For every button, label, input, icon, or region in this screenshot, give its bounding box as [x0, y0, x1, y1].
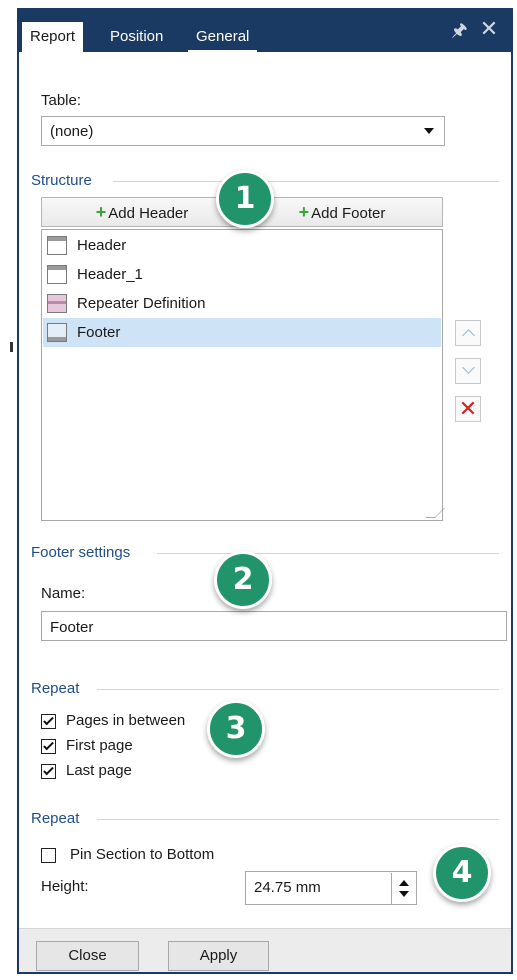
list-item-selected[interactable]: Footer	[43, 318, 441, 347]
height-input-value: 24.75 mm	[254, 879, 321, 896]
panel-titlebar: Report Position General 🖈 ✕	[19, 10, 511, 52]
pin-to-bottom-checkbox[interactable]	[41, 848, 56, 863]
add-header-button[interactable]: + Add Header	[42, 198, 242, 226]
list-item[interactable]: Header_1	[43, 260, 441, 289]
pin-to-bottom-label[interactable]: Pin Section to Bottom	[70, 846, 214, 863]
name-label: Name:	[41, 585, 86, 602]
list-item-label: Header_1	[77, 266, 143, 283]
structure-heading: Structure	[31, 172, 92, 189]
repeat-divider-2	[97, 819, 499, 820]
apply-button[interactable]: Apply	[168, 941, 269, 971]
resize-grip-icon[interactable]	[425, 508, 445, 518]
repeat-divider	[97, 689, 499, 690]
callout-badge-1: 1	[216, 170, 274, 228]
checkmark-icon	[43, 714, 54, 726]
callout-badge-2: 2	[214, 551, 272, 609]
header-section-icon	[47, 236, 67, 255]
table-label: Table:	[41, 92, 82, 109]
close-icon[interactable]: ✕	[479, 18, 499, 40]
stepper-up-icon[interactable]	[399, 880, 409, 886]
move-up-icon	[462, 329, 475, 342]
list-item-label: Repeater Definition	[77, 295, 206, 312]
last-page-label[interactable]: Last page	[66, 762, 132, 779]
plus-icon: +	[95, 202, 107, 222]
delete-icon: ✕	[458, 396, 478, 421]
list-item-label: Footer	[77, 324, 121, 341]
move-down-icon	[462, 361, 475, 374]
delete-button[interactable]: ✕	[455, 396, 481, 422]
move-up-button[interactable]	[455, 320, 481, 346]
properties-panel: Report Position General 🖈 ✕ Table: (none…	[17, 8, 513, 974]
first-page-label[interactable]: First page	[66, 737, 133, 754]
panel-footer: Close Apply	[19, 928, 511, 972]
pages-in-between-label[interactable]: Pages in between	[66, 712, 185, 729]
list-item[interactable]: Repeater Definition	[43, 289, 441, 318]
repeater-section-icon	[47, 294, 67, 313]
footer-settings-divider	[157, 553, 499, 554]
tab-general[interactable]: General	[188, 22, 258, 52]
chevron-down-icon	[424, 128, 434, 134]
move-down-button[interactable]	[455, 358, 481, 384]
pages-in-between-checkbox[interactable]	[41, 714, 56, 729]
table-selected-value: (none)	[50, 123, 94, 140]
list-item-label: Header	[77, 237, 127, 254]
header-section-icon	[47, 265, 67, 284]
callout-badge-3: 3	[207, 700, 265, 758]
stepper-down-icon[interactable]	[399, 891, 409, 897]
tab-report[interactable]: Report	[22, 22, 84, 52]
pin-icon[interactable]: 🖈	[451, 20, 468, 40]
plus-icon: +	[298, 202, 310, 222]
list-item[interactable]: Header	[43, 231, 441, 260]
add-footer-label: Add Footer	[311, 205, 386, 222]
callout-badge-4: 4	[433, 844, 491, 902]
name-input[interactable]: Footer	[41, 611, 507, 641]
tab-position[interactable]: Position	[102, 22, 171, 52]
add-header-label: Add Header	[108, 205, 189, 222]
repeat-heading-2: Repeat	[31, 810, 80, 827]
height-label: Height:	[41, 878, 89, 895]
name-input-value: Footer	[50, 619, 94, 636]
footer-settings-heading: Footer settings	[31, 544, 131, 561]
first-page-checkbox[interactable]	[41, 739, 56, 754]
footer-section-icon	[47, 323, 67, 342]
last-page-checkbox[interactable]	[41, 764, 56, 779]
close-button[interactable]: Close	[36, 941, 139, 971]
repeat-heading: Repeat	[31, 680, 80, 697]
table-dropdown[interactable]: (none)	[41, 116, 445, 146]
left-edge-mark	[10, 342, 13, 352]
structure-list[interactable]: Header Header_1 Repeater Definition Foot…	[41, 229, 445, 521]
structure-divider	[113, 181, 499, 182]
height-stepper[interactable]	[391, 873, 415, 905]
checkmark-icon	[43, 739, 54, 751]
checkmark-icon	[43, 764, 54, 776]
